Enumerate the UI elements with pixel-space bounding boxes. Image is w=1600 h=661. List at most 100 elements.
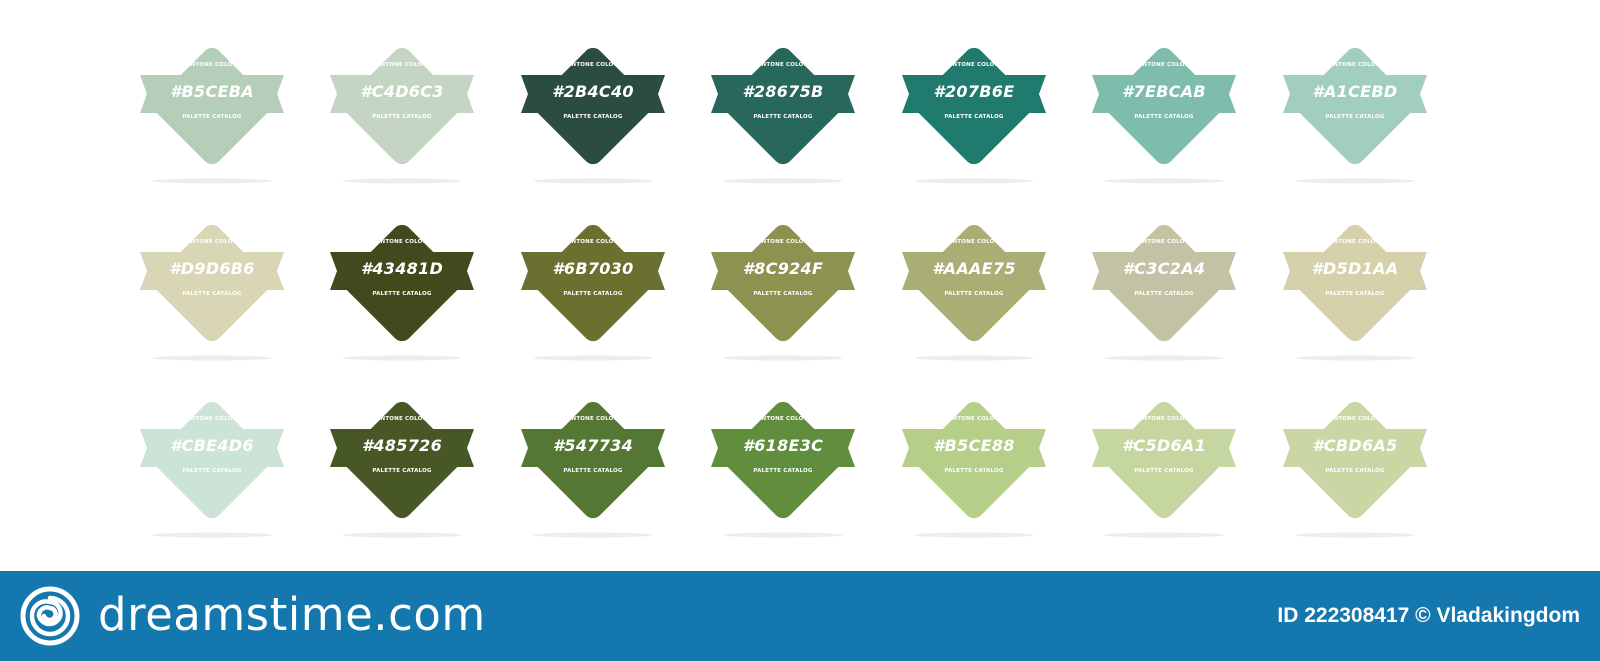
swatch-shape — [1092, 47, 1236, 184]
swatch-shape — [711, 47, 855, 184]
swatch-shape — [140, 401, 284, 538]
swatch-hex-code: #D9D6B6 — [169, 259, 255, 278]
swatch-bottom-label: PALETTE CATALOG — [563, 291, 623, 297]
swatch-bottom-label: PALETTE CATALOG — [753, 468, 813, 474]
swatch-grid: PANTONE COLOUR #B5CEBA PALETTE CATALOG PANT… — [0, 0, 1600, 571]
swatch-top-label: PANTONE COLOUR — [372, 416, 432, 422]
color-swatch: PANTONE COLOUR #CBE4D6 PALETTE CATALOG — [137, 385, 287, 538]
swatch-shape — [1283, 224, 1427, 361]
swatch-top-label: PANTONE COLOUR — [944, 416, 1004, 422]
swatch-hex-code: #547734 — [552, 436, 634, 455]
swatch-bottom-label: PALETTE CATALOG — [1134, 114, 1194, 120]
swatch-hex-code: #43481D — [360, 259, 444, 278]
swatch-shape — [330, 224, 474, 361]
swatch-hex-code: #207B6E — [933, 82, 1015, 101]
swatch-bottom-label: PALETTE CATALOG — [1325, 468, 1385, 474]
swatch-bottom-label: PALETTE CATALOG — [1325, 114, 1385, 120]
swatch-hex-code: #CBE4D6 — [170, 436, 254, 455]
swatch-shape — [1283, 47, 1427, 184]
color-swatch: PANTONE COLOUR #B5CEBA PALETTE CATALOG — [137, 31, 287, 184]
swatch-hex-code: #7EBCAB — [1122, 82, 1206, 101]
swatch-shape — [711, 224, 855, 361]
swatch-hex-code: #C4D6C3 — [360, 82, 444, 101]
swatch-bottom-label: PALETTE CATALOG — [1134, 468, 1194, 474]
swatch-bottom-label: PALETTE CATALOG — [1325, 291, 1385, 297]
swatch-shape — [330, 47, 474, 184]
swatch-bottom-label: PALETTE CATALOG — [372, 291, 432, 297]
swatch-hex-code: #CBD6A5 — [1312, 436, 1398, 455]
swatch-top-label: PANTONE COLOUR — [182, 239, 242, 245]
swatch-hex-code: #C3C2A4 — [1122, 259, 1206, 278]
swatch-top-label: PANTONE COLOUR — [563, 416, 623, 422]
swatch-shape — [140, 224, 284, 361]
color-swatch: PANTONE COLOUR #AAAE75 PALETTE CATALOG — [899, 208, 1049, 361]
swatch-bottom-label: PALETTE CATALOG — [753, 291, 813, 297]
swatch-shape — [902, 401, 1046, 538]
swatch-top-label: PANTONE COLOUR — [753, 416, 813, 422]
image-credit: ID 222308417 © Vladakingdom — [1277, 604, 1580, 627]
swatch-bottom-label: PALETTE CATALOG — [563, 468, 623, 474]
swatch-bottom-label: PALETTE CATALOG — [944, 114, 1004, 120]
swatch-hex-code: #AAAE75 — [932, 259, 1016, 278]
swatch-top-label: PANTONE COLOUR — [182, 416, 242, 422]
swatch-hex-code: #2B4C40 — [552, 82, 634, 101]
dreamstime-spiral-icon — [20, 586, 80, 646]
color-swatch: PANTONE COLOUR #618E3C PALETTE CATALOG — [708, 385, 858, 538]
swatch-hex-code: #8C924F — [742, 259, 824, 278]
swatch-shape — [1283, 401, 1427, 538]
swatch-hex-code: #C5D6A1 — [1121, 436, 1207, 455]
swatch-top-label: PANTONE COLOUR — [944, 62, 1004, 68]
swatch-shape — [1092, 224, 1236, 361]
swatch-shape — [902, 47, 1046, 184]
color-swatch: PANTONE COLOUR #A1CEBD PALETTE CATALOG — [1280, 31, 1430, 184]
swatch-hex-code: #B5CE88 — [933, 436, 1015, 455]
color-swatch: PANTONE COLOUR #C4D6C3 PALETTE CATALOG — [327, 31, 477, 184]
color-swatch: PANTONE COLOUR #C3C2A4 PALETTE CATALOG — [1089, 208, 1239, 361]
swatch-bottom-label: PALETTE CATALOG — [563, 114, 623, 120]
color-swatch: PANTONE COLOUR #207B6E PALETTE CATALOG — [899, 31, 1049, 184]
swatch-shape — [1092, 401, 1236, 538]
swatch-top-label: PANTONE COLOUR — [563, 239, 623, 245]
swatch-hex-code: #B5CEBA — [170, 82, 254, 101]
swatch-top-label: PANTONE COLOUR — [753, 62, 813, 68]
footer-bar: dreamstime.com ID 222308417 © Vladakingd… — [0, 571, 1600, 661]
swatch-hex-code: #485726 — [361, 436, 443, 455]
swatch-hex-code: #618E3C — [742, 436, 824, 455]
color-swatch: PANTONE COLOUR #D5D1AA PALETTE CATALOG — [1280, 208, 1430, 361]
color-swatch: PANTONE COLOUR #CBD6A5 PALETTE CATALOG — [1280, 385, 1430, 538]
swatch-top-label: PANTONE COLOUR — [944, 239, 1004, 245]
swatch-shape — [521, 401, 665, 538]
swatch-top-label: PANTONE COLOUR — [1325, 239, 1385, 245]
swatch-hex-code: #28675B — [742, 82, 824, 101]
color-swatch: PANTONE COLOUR #7EBCAB PALETTE CATALOG — [1089, 31, 1239, 184]
color-swatch: PANTONE COLOUR #485726 PALETTE CATALOG — [327, 385, 477, 538]
swatch-shape — [140, 47, 284, 184]
swatch-hex-code: #A1CEBD — [1312, 82, 1398, 101]
swatch-top-label: PANTONE COLOUR — [372, 239, 432, 245]
swatch-shape — [521, 224, 665, 361]
color-swatch: PANTONE COLOUR #D9D6B6 PALETTE CATALOG — [137, 208, 287, 361]
swatch-shape — [521, 47, 665, 184]
color-swatch: PANTONE COLOUR #6B7030 PALETTE CATALOG — [518, 208, 668, 361]
swatch-bottom-label: PALETTE CATALOG — [1134, 291, 1194, 297]
color-swatch: PANTONE COLOUR #8C924F PALETTE CATALOG — [708, 208, 858, 361]
swatch-bottom-label: PALETTE CATALOG — [372, 114, 432, 120]
swatch-bottom-label: PALETTE CATALOG — [753, 114, 813, 120]
swatch-top-label: PANTONE COLOUR — [1134, 239, 1194, 245]
swatch-top-label: PANTONE COLOUR — [753, 239, 813, 245]
color-swatch: PANTONE COLOUR #43481D PALETTE CATALOG — [327, 208, 477, 361]
swatch-bottom-label: PALETTE CATALOG — [182, 468, 242, 474]
swatch-top-label: PANTONE COLOUR — [563, 62, 623, 68]
color-swatch: PANTONE COLOUR #B5CE88 PALETTE CATALOG — [899, 385, 1049, 538]
swatch-shape — [330, 401, 474, 538]
color-swatch: PANTONE COLOUR #28675B PALETTE CATALOG — [708, 31, 858, 184]
swatch-bottom-label: PALETTE CATALOG — [944, 291, 1004, 297]
swatch-bottom-label: PALETTE CATALOG — [182, 114, 242, 120]
swatch-hex-code: #6B7030 — [552, 259, 634, 278]
swatch-top-label: PANTONE COLOUR — [1134, 416, 1194, 422]
color-swatch: PANTONE COLOUR #C5D6A1 PALETTE CATALOG — [1089, 385, 1239, 538]
swatch-top-label: PANTONE COLOUR — [1134, 62, 1194, 68]
swatch-top-label: PANTONE COLOUR — [372, 62, 432, 68]
swatch-shape — [711, 401, 855, 538]
color-swatch: PANTONE COLOUR #2B4C40 PALETTE CATALOG — [518, 31, 668, 184]
